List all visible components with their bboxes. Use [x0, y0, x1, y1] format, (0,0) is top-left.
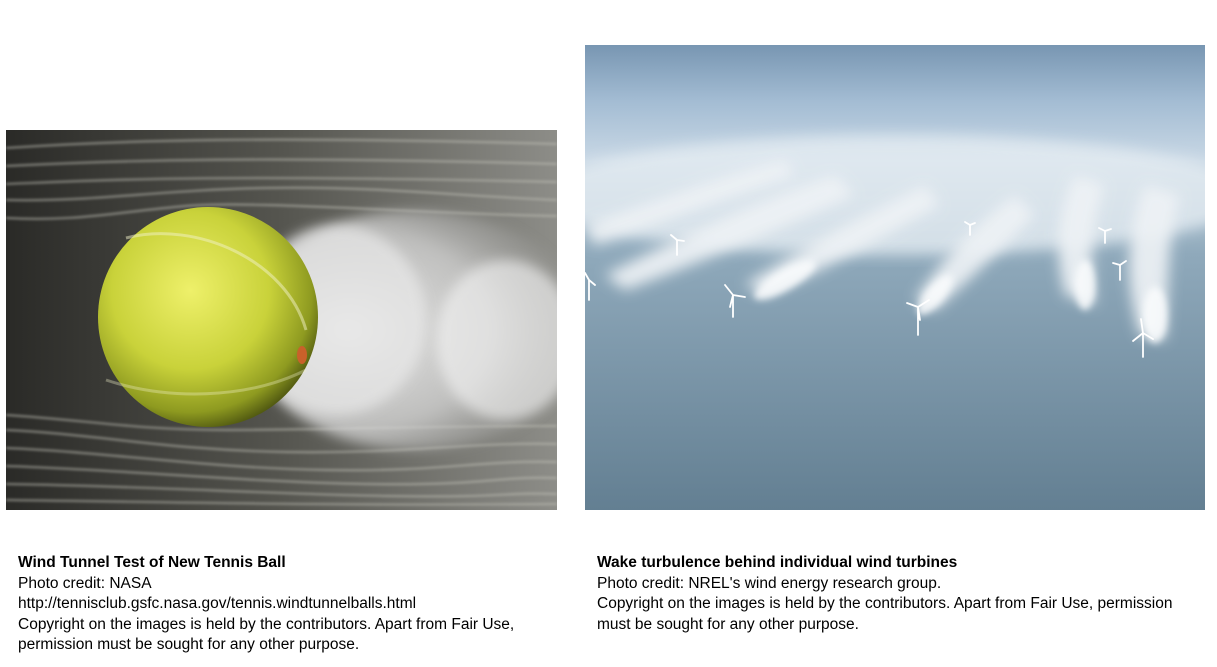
left-caption-copyright: Copyright on the images is held by the c…	[18, 615, 515, 654]
right-caption: Wake turbulence behind individual wind t…	[597, 553, 1177, 635]
left-caption-credit: Photo credit: NASA	[18, 574, 152, 592]
right-caption-copyright: Copyright on the images is held by the c…	[597, 595, 1173, 633]
left-caption-url: http://tennisclub.gsfc.nasa.gov/tennis.w…	[18, 595, 417, 612]
right-caption-title: Wake turbulence behind individual wind t…	[597, 554, 958, 571]
tennis-ball-wind-tunnel-photo	[6, 130, 557, 510]
left-caption: Wind Tunnel Test of New Tennis Ball Phot…	[18, 553, 538, 656]
left-caption-title: Wind Tunnel Test of New Tennis Ball	[18, 554, 286, 571]
right-caption-credit: Photo credit: NREL's wind energy researc…	[597, 574, 942, 592]
wind-turbine-wake-photo	[585, 45, 1205, 510]
